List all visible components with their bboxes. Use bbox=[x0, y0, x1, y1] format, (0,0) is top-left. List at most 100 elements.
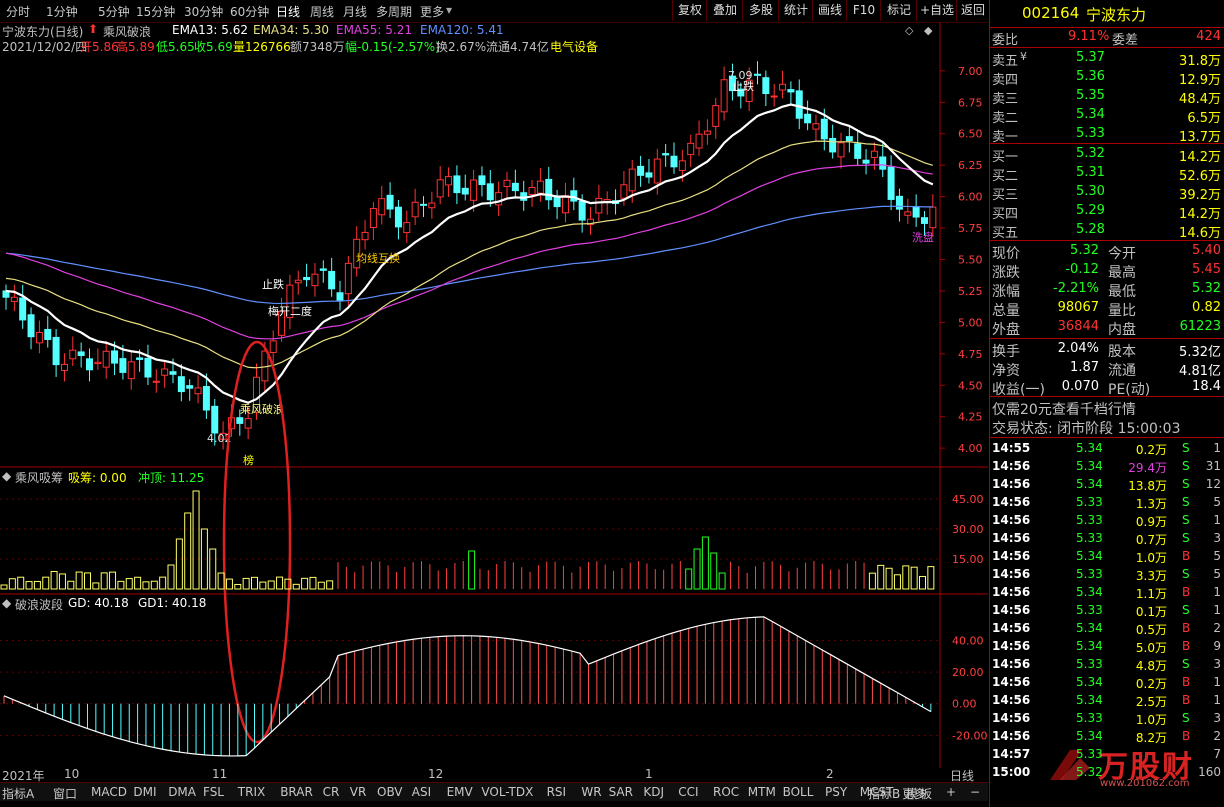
indicator-tab[interactable]: FSL bbox=[203, 785, 224, 799]
period-tab-5min[interactable]: 5分钟 bbox=[98, 3, 130, 20]
bid-row[interactable]: 买三 5.30 39.2万 bbox=[990, 183, 1224, 203]
candle bbox=[670, 155, 678, 168]
indicator-tab[interactable]: MACD bbox=[91, 785, 127, 799]
f10-button[interactable]: F10 bbox=[846, 0, 881, 21]
fuquan-button[interactable]: 复权 bbox=[672, 0, 707, 21]
period-tab-more[interactable]: 更多 bbox=[420, 3, 444, 20]
bid-row[interactable]: 买二 5.31 52.6万 bbox=[990, 164, 1224, 184]
period-tab-weekly[interactable]: 周线 bbox=[310, 3, 334, 20]
stat-value: 5.32亿 bbox=[1179, 345, 1221, 360]
candle bbox=[461, 187, 469, 195]
stat-value: 2.04% bbox=[1057, 341, 1099, 356]
dropdown-arrow-icon[interactable]: ▾ bbox=[446, 3, 452, 17]
ask-row[interactable]: 卖三 5.35 48.4万 bbox=[990, 87, 1224, 107]
back-button[interactable]: 返回 bbox=[956, 0, 989, 21]
stat-label: 换手 bbox=[992, 344, 1020, 360]
indicator-tab[interactable]: CR bbox=[323, 785, 340, 799]
period-tab-multi[interactable]: 多周期 bbox=[376, 3, 412, 20]
bottom-right-button[interactable]: + bbox=[946, 785, 956, 799]
bid-row[interactable]: 买五 5.28 14.6万 bbox=[990, 221, 1224, 241]
ema55-label: EMA55: 5.21 bbox=[336, 23, 412, 37]
tick-count: 1 bbox=[1213, 585, 1221, 599]
ask-row[interactable]: 卖五 ¥5.37 31.8万 bbox=[990, 49, 1224, 69]
indicator-tab[interactable]: KDJ bbox=[643, 785, 664, 799]
candle bbox=[136, 357, 144, 360]
bottom-right-button[interactable]: 板 bbox=[920, 785, 932, 802]
stat-value: 5.45 bbox=[1192, 262, 1221, 277]
period-tab-monthly[interactable]: 月线 bbox=[343, 3, 367, 20]
ask-volume: 12.9万 bbox=[1179, 73, 1221, 88]
indicator-tab[interactable]: BRAR bbox=[280, 785, 313, 799]
indicator-tab[interactable]: ROC bbox=[713, 785, 739, 799]
sub2-y-label: 0.00 bbox=[952, 698, 977, 711]
candle bbox=[19, 297, 27, 321]
candle bbox=[921, 217, 928, 224]
biaoji-button[interactable]: 标记 bbox=[880, 0, 917, 21]
tick-direction: S bbox=[1182, 567, 1190, 581]
gd-line bbox=[3, 616, 932, 757]
huaxian-button[interactable]: 画线 bbox=[812, 0, 847, 21]
stat-row: 现价 5.32 今开 5.40 bbox=[990, 242, 1224, 262]
sub1-bar bbox=[58, 573, 66, 590]
sub1-bar bbox=[67, 580, 75, 590]
tongji-button[interactable]: 统计 bbox=[778, 0, 813, 21]
indicator-tab[interactable]: VOL-TDX bbox=[481, 785, 533, 799]
candle bbox=[770, 95, 778, 98]
ask-row[interactable]: 卖一 5.33 13.7万 bbox=[990, 125, 1224, 145]
period-tab-30min[interactable]: 30分钟 bbox=[184, 3, 223, 20]
diejia-button[interactable]: 叠加 bbox=[706, 0, 743, 21]
kline-chart[interactable]: 7.00 6.75 6.50 6.25 6.00 5.75 5.50 5.25 5.00 4.75… bbox=[0, 22, 988, 768]
bid-row[interactable]: 买一 5.32 14.2万 bbox=[990, 145, 1224, 165]
promo-row[interactable]: 仅需20元查看千档行情 bbox=[990, 398, 1224, 419]
ask-row[interactable]: 卖二 5.34 6.5万 bbox=[990, 106, 1224, 126]
period-tab-daily[interactable]: 日线 bbox=[276, 3, 300, 20]
period-tab-fenshi[interactable]: 分时 bbox=[6, 3, 30, 20]
indicator-tab[interactable]: PSY bbox=[825, 785, 847, 799]
candle bbox=[470, 179, 478, 201]
collapse-icon[interactable]: ◆ bbox=[924, 24, 932, 37]
indicator-tab[interactable]: 指标A bbox=[2, 785, 34, 802]
sub1-bar bbox=[693, 548, 701, 590]
ask-volume: 31.8万 bbox=[1179, 54, 1221, 69]
indicator-tab[interactable]: SAR bbox=[609, 785, 633, 799]
bottom-right-button[interactable]: 模 bbox=[906, 785, 918, 802]
stat-value: 4.81亿 bbox=[1179, 364, 1221, 379]
period-tab-60min[interactable]: 60分钟 bbox=[230, 3, 269, 20]
indicator-tab[interactable]: ASI bbox=[412, 785, 431, 799]
period-tab-1min[interactable]: 1分钟 bbox=[46, 3, 78, 20]
indicator-tab[interactable]: DMI bbox=[133, 785, 156, 799]
sub1-bar bbox=[927, 566, 935, 590]
candle bbox=[336, 292, 344, 301]
indicator-tab[interactable]: RSI bbox=[547, 785, 567, 799]
candle bbox=[545, 178, 553, 201]
stat-value: -2.21% bbox=[1053, 281, 1099, 296]
indicator-tab[interactable]: OBV bbox=[377, 785, 403, 799]
sub1-bar bbox=[234, 583, 242, 590]
period-tab-15min[interactable]: 15分钟 bbox=[136, 3, 175, 20]
indicator-tab[interactable]: VR bbox=[350, 785, 367, 799]
tick-row: 14:56 5.34 2.5万 B 1 bbox=[990, 692, 1224, 710]
tick-price: 5.33 bbox=[1076, 495, 1103, 509]
indicator-tab[interactable]: MTM bbox=[748, 785, 776, 799]
ask-row[interactable]: 卖四 5.36 12.9万 bbox=[990, 68, 1224, 88]
diamond-icon[interactable]: ◇ bbox=[905, 24, 913, 37]
indicator-tab[interactable]: DMA bbox=[168, 785, 196, 799]
promo-text[interactable]: 仅需20元查看千档行情 bbox=[992, 399, 1136, 419]
sub2-gd1: GD1: 40.18 bbox=[138, 596, 207, 610]
duogu-button[interactable]: 多股 bbox=[742, 0, 779, 21]
y-axis-label: 5.25 bbox=[958, 285, 983, 298]
indicator-tab[interactable]: 窗口 bbox=[53, 785, 77, 802]
add-watchlist-button[interactable]: +自选 bbox=[916, 0, 957, 21]
indicator-tab[interactable]: CCI bbox=[678, 785, 698, 799]
bottom-right-button[interactable]: − bbox=[970, 785, 980, 799]
bid-row[interactable]: 买四 5.29 14.2万 bbox=[990, 202, 1224, 222]
indicator-tab[interactable]: EMV bbox=[447, 785, 473, 799]
weicha-value: 424 bbox=[1196, 29, 1221, 44]
indicator-tab[interactable]: TRIX bbox=[238, 785, 265, 799]
indicator-tab[interactable]: WR bbox=[581, 785, 601, 799]
bottom-right-button[interactable]: 指标B bbox=[868, 785, 900, 802]
candle bbox=[144, 357, 152, 378]
indicator-tab[interactable]: BOLL bbox=[783, 785, 814, 799]
x-axis: 2021年 10 11 12 1 2 日线 bbox=[0, 767, 988, 783]
annot-meikai: 梅开二度 bbox=[268, 304, 312, 318]
